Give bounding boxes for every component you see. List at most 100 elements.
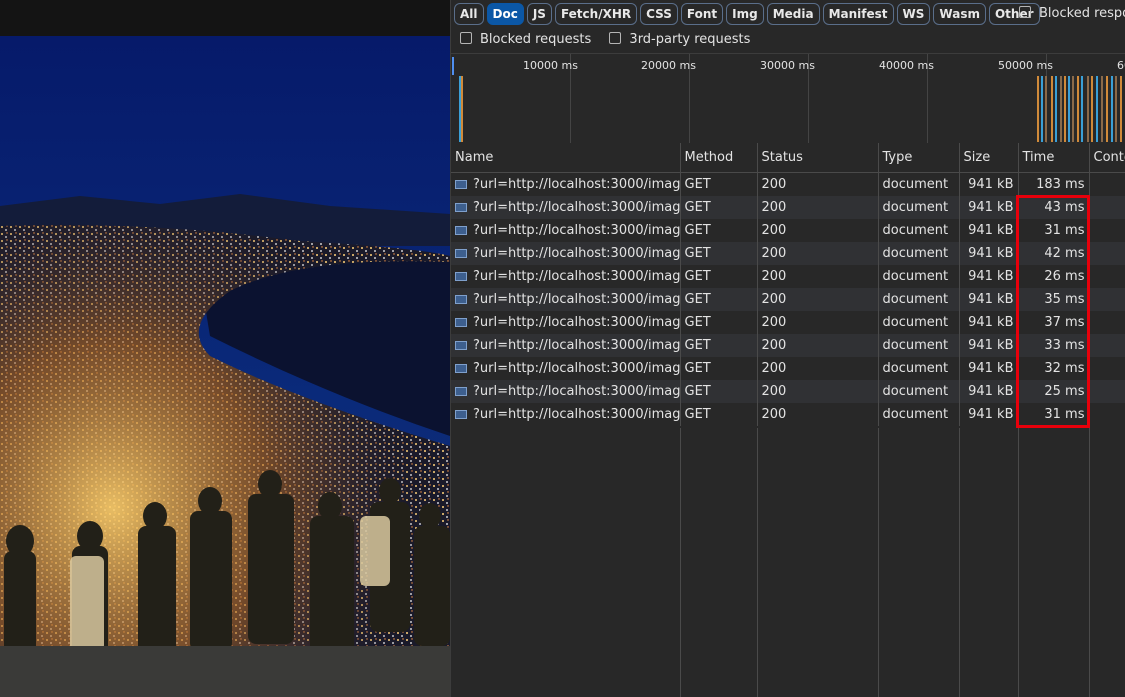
column-header-size[interactable]: Size: [959, 143, 1019, 173]
timeline-overview[interactable]: 10000 ms 20000 ms 30000 ms 40000 ms 5000…: [451, 53, 1125, 144]
blocked-requests-option[interactable]: Blocked requests: [460, 32, 591, 47]
request-size-cell: 941 kB: [959, 357, 1019, 380]
timeline-tick-label: 20000 ms: [641, 59, 696, 72]
column-header-method[interactable]: Method: [680, 143, 758, 173]
blocked-requests-checkbox[interactable]: [460, 32, 472, 44]
request-name-cell: ?url=http://localhost:3000/imag...: [451, 242, 681, 265]
third-party-checkbox[interactable]: [609, 32, 622, 44]
timeline-tick-label: 40000 ms: [879, 59, 934, 72]
table-row[interactable]: ?url=http://localhost:3000/imag... GET 200…: [451, 288, 1125, 311]
request-content-cell: [1089, 380, 1125, 403]
request-content-cell: [1089, 311, 1125, 334]
filter-all-button[interactable]: All: [454, 3, 484, 25]
filter-fetch-xhr-button[interactable]: Fetch/XHR: [554, 3, 638, 25]
filter-img-button[interactable]: Img: [726, 3, 764, 25]
column-header-time[interactable]: Time: [1018, 143, 1090, 173]
request-url-text: ?url=http://localhost:3000/imag...: [473, 384, 680, 399]
blocked-requests-label: Blocked requests: [480, 32, 592, 47]
filter-js-button[interactable]: JS: [526, 3, 552, 25]
requests-table: Name Method Status Type Size Time Conte …: [451, 143, 1125, 426]
document-icon: [455, 203, 467, 212]
filter-wasm-button[interactable]: Wasm: [933, 3, 986, 25]
devtools-network-panel: All Doc JS Fetch/XHR CSS Font Img Media Manifest…: [450, 0, 1125, 697]
request-url-text: ?url=http://localhost:3000/imag...: [473, 223, 680, 238]
filter-ws-button[interactable]: WS: [896, 3, 931, 25]
third-party-option[interactable]: 3rd-party requests: [609, 32, 750, 47]
request-type-cell: document: [878, 380, 960, 403]
timeline-request-bar: [1037, 76, 1039, 142]
timeline-request-bar: [1068, 76, 1070, 142]
request-type-cell: document: [878, 403, 960, 426]
column-header-status[interactable]: Status: [757, 143, 879, 173]
table-row[interactable]: ?url=http://localhost:3000/imag... GET 200…: [451, 172, 1125, 196]
table-row[interactable]: ?url=http://localhost:3000/imag... GET 200…: [451, 219, 1125, 242]
request-type-cell: document: [878, 357, 960, 380]
table-row[interactable]: ?url=http://localhost:3000/imag... GET 200…: [451, 357, 1125, 380]
request-time-cell: 25 ms: [1018, 380, 1090, 403]
timeline-request-bar: [1041, 76, 1043, 142]
column-header-name[interactable]: Name: [451, 143, 681, 173]
request-content-cell: [1089, 357, 1125, 380]
filter-css-button[interactable]: CSS: [640, 3, 678, 25]
blocked-responses-checkbox[interactable]: [1019, 6, 1031, 18]
request-method-cell: GET: [680, 196, 758, 219]
request-size-cell: 941 kB: [959, 311, 1019, 334]
timeline-tick-label: 60: [1117, 59, 1125, 72]
request-url-text: ?url=http://localhost:3000/imag...: [473, 292, 680, 307]
table-row[interactable]: ?url=http://localhost:3000/imag... GET 200…: [451, 334, 1125, 357]
third-party-label: 3rd-party requests: [629, 32, 751, 47]
request-url-text: ?url=http://localhost:3000/imag...: [473, 200, 680, 215]
document-icon: [455, 410, 467, 419]
table-row[interactable]: ?url=http://localhost:3000/imag... GET 200…: [451, 242, 1125, 265]
request-url-text: ?url=http://localhost:3000/imag...: [473, 269, 680, 284]
document-icon: [455, 341, 467, 350]
timeline-request-bar: [1120, 76, 1122, 142]
table-row[interactable]: ?url=http://localhost:3000/imag... GET 200…: [451, 196, 1125, 219]
request-time-cell: 35 ms: [1018, 288, 1090, 311]
request-url-text: ?url=http://localhost:3000/imag...: [473, 246, 680, 261]
page-top-bar: [0, 0, 450, 36]
request-size-cell: 941 kB: [959, 380, 1019, 403]
request-name-cell: ?url=http://localhost:3000/imag...: [451, 311, 681, 334]
request-status-cell: 200: [757, 172, 879, 196]
filter-manifest-button[interactable]: Manifest: [822, 3, 894, 25]
timeline-request-bar: [1101, 76, 1103, 142]
table-row[interactable]: ?url=http://localhost:3000/imag... GET 200…: [451, 380, 1125, 403]
request-status-cell: 200: [757, 380, 879, 403]
filter-font-button[interactable]: Font: [680, 3, 724, 25]
table-row[interactable]: ?url=http://localhost:3000/imag... GET 200…: [451, 265, 1125, 288]
request-method-cell: GET: [680, 403, 758, 426]
filter-media-button[interactable]: Media: [766, 3, 820, 25]
request-status-cell: 200: [757, 196, 879, 219]
timeline-request-bar: [1060, 76, 1062, 142]
request-name-cell: ?url=http://localhost:3000/imag...: [451, 172, 681, 196]
request-size-cell: 941 kB: [959, 219, 1019, 242]
column-header-type[interactable]: Type: [878, 143, 960, 173]
timeline-request-bar: [1115, 76, 1117, 142]
request-time-cell: 31 ms: [1018, 219, 1090, 242]
request-name-cell: ?url=http://localhost:3000/imag...: [451, 334, 681, 357]
blocked-responses-label: Blocked respor: [1039, 6, 1125, 21]
timeline-request-bar: [461, 76, 463, 142]
request-content-cell: [1089, 196, 1125, 219]
timeline-request-bar: [1055, 76, 1057, 142]
request-name-cell: ?url=http://localhost:3000/imag...: [451, 288, 681, 311]
table-row[interactable]: ?url=http://localhost:3000/imag... GET 200…: [451, 311, 1125, 334]
timeline-request-bar: [1106, 76, 1108, 142]
column-divider: [680, 428, 681, 697]
blocked-responses-option[interactable]: Blocked respor: [1019, 6, 1125, 21]
table-row[interactable]: ?url=http://localhost:3000/imag... GET 200…: [451, 403, 1125, 426]
filter-doc-button[interactable]: Doc: [486, 3, 524, 25]
column-header-content[interactable]: Conte: [1089, 143, 1125, 173]
request-time-cell: 32 ms: [1018, 357, 1090, 380]
request-method-cell: GET: [680, 242, 758, 265]
request-url-text: ?url=http://localhost:3000/imag...: [473, 177, 680, 192]
timeline-request-bar: [1045, 76, 1047, 142]
request-method-cell: GET: [680, 265, 758, 288]
request-time-cell: 33 ms: [1018, 334, 1090, 357]
table-empty-area: [451, 428, 1125, 697]
request-status-cell: 200: [757, 403, 879, 426]
document-icon: [455, 364, 467, 373]
page-preview: [0, 0, 450, 697]
timeline-tick-label: 30000 ms: [760, 59, 815, 72]
